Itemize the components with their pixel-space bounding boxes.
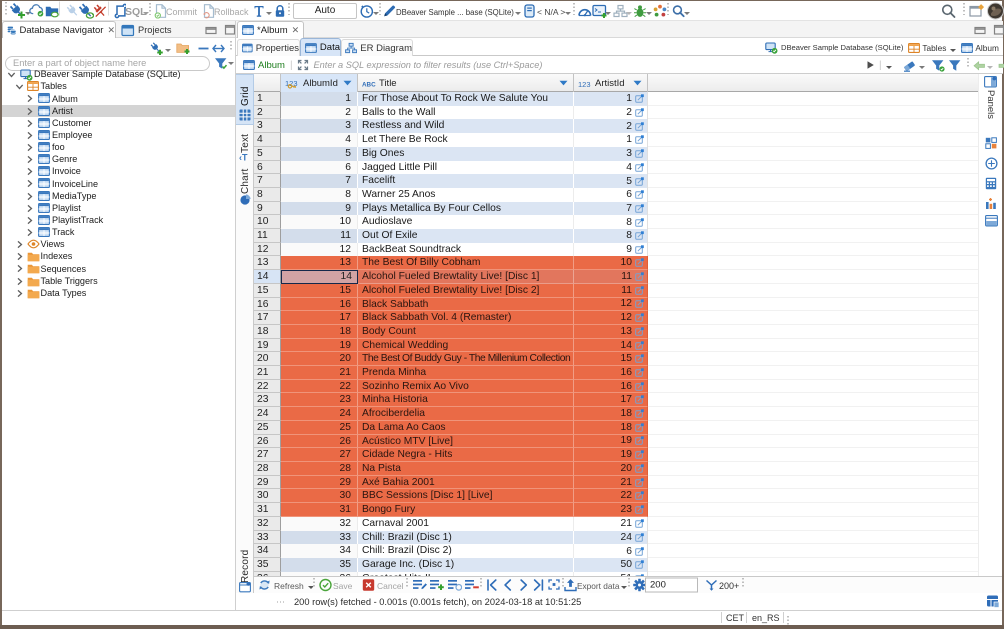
svg-text:‹T: ‹T (239, 153, 248, 163)
svg-text:123: 123 (578, 80, 591, 88)
svg-text:ABC: ABC (362, 81, 376, 88)
